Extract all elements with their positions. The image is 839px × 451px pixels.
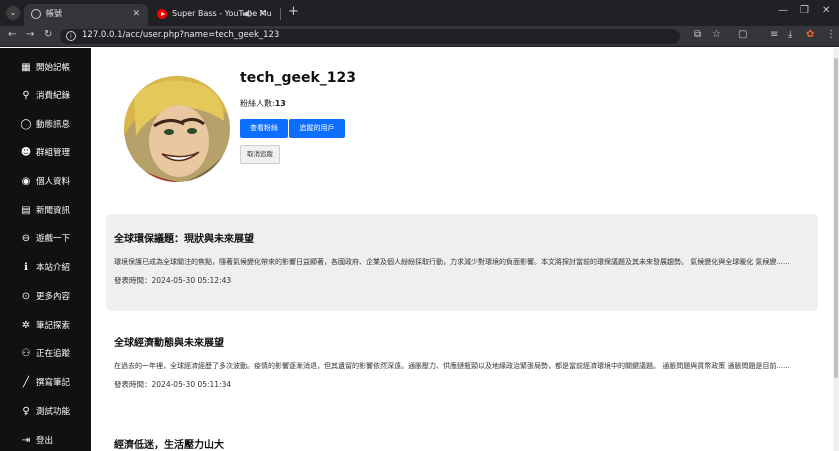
- pen-icon: ╱: [22, 377, 30, 388]
- minimize-icon[interactable]: —: [778, 5, 788, 16]
- reload-icon[interactable]: ↻: [44, 29, 52, 40]
- browser-tab-bar: ⌄ 帳號 ✕ Super Bass - YouTube Mu ◀) ✕ + — …: [0, 0, 839, 26]
- post-card[interactable]: 經濟低迷，生活壓力山大: [106, 420, 818, 451]
- follower-count-label: 粉絲人數:: [240, 99, 275, 108]
- speaker-icon[interactable]: ◀): [243, 4, 252, 24]
- browser-toolbar: ← → ↻ i 127.0.0.1/acc/user.php?name=tech…: [0, 26, 839, 47]
- tab-list-icon[interactable]: ≡: [770, 29, 778, 40]
- bookmark-star-icon[interactable]: ☆: [712, 29, 721, 40]
- post-card[interactable]: 全球環保議題：現狀與未來展望 環境保護已成為全球關注的焦點，隨著氣候變化帶來的影…: [106, 214, 818, 311]
- browser-menu-icon[interactable]: ⋮: [826, 29, 836, 40]
- sidebar-item-news[interactable]: ▤ 新聞資訊: [0, 201, 91, 221]
- post-title[interactable]: 全球環保議題：現狀與未來展望: [114, 230, 810, 245]
- download-icon[interactable]: ⤓: [788, 29, 792, 40]
- sidebar-item-label: 群組管理: [36, 148, 71, 158]
- sidebar-item-label: 測試功能: [36, 407, 71, 417]
- tab-search-icon[interactable]: ⌄: [6, 6, 20, 20]
- sidebar-item-start-accounting[interactable]: ▦ 開始記帳: [0, 58, 91, 78]
- sidebar-item-label: 更多內容: [36, 292, 71, 302]
- profile-username: tech_geek_123: [240, 70, 356, 86]
- sidebar-item-label: 消費紀錄: [36, 91, 71, 101]
- page-scrollbar[interactable]: [833, 48, 839, 451]
- sidebar-item-test-features[interactable]: ♀ 測試功能: [0, 402, 91, 422]
- post-title[interactable]: 經濟低迷，生活壓力山大: [114, 436, 810, 451]
- calculator-icon: ▦: [21, 62, 31, 73]
- tab-title: Super Bass - YouTube Mu: [172, 9, 272, 18]
- sidebar-item-label: 撰寫筆記: [36, 378, 71, 388]
- sidebar-item-more[interactable]: ⊙ 更多內容: [0, 287, 91, 307]
- extension-icon[interactable]: ✿: [806, 29, 814, 40]
- address-bar[interactable]: i 127.0.0.1/acc/user.php?name=tech_geek_…: [60, 29, 680, 44]
- user-circle-icon: ◉: [21, 176, 31, 187]
- sidebar-item-label: 新聞資訊: [36, 206, 71, 216]
- sidebar: ▦ 開始記帳 ⚲ 消費紀錄 ◯ 動態訊息 ☻ 群組管理 ◉ 個人資料 ▤ 新聞資…: [0, 48, 91, 451]
- following-icon: ⚇: [21, 348, 31, 359]
- sidebar-item-group-management[interactable]: ☻ 群組管理: [0, 143, 91, 163]
- sidebar-item-label: 遊戲一下: [36, 234, 71, 244]
- sidebar-item-label: 筆記探索: [36, 321, 71, 331]
- more-icon: ⊙: [21, 291, 31, 302]
- logout-icon: ⇥: [21, 435, 31, 446]
- sidebar-item-label: 開始記帳: [36, 63, 71, 73]
- sidebar-item-explore-notes[interactable]: ✲ 筆記探索: [0, 316, 91, 336]
- sidebar-item-label: 登出: [36, 436, 54, 446]
- follower-count-value: 13: [274, 99, 286, 108]
- url-text: 127.0.0.1/acc/user.php?name=tech_geek_12…: [82, 30, 280, 40]
- forward-icon[interactable]: →: [26, 29, 34, 40]
- view-followers-button[interactable]: 查看粉絲: [240, 119, 288, 138]
- main-content: tech_geek_123 粉絲人數:13 查看粉絲 追蹤的用戶 取消追蹤 全球…: [91, 48, 833, 451]
- search-icon: ⚲: [22, 90, 30, 101]
- close-tab-icon[interactable]: ✕: [258, 4, 266, 24]
- site-info-icon[interactable]: i: [66, 31, 76, 41]
- group-icon: ☻: [20, 147, 32, 158]
- sidebar-item-games[interactable]: ⊖ 遊戲一下: [0, 229, 91, 249]
- sidebar-item-label: 正在追蹤: [36, 349, 71, 359]
- sidebar-item-profile[interactable]: ◉ 個人資料: [0, 172, 91, 192]
- reader-icon[interactable]: ▢: [738, 29, 747, 40]
- globe-icon: [31, 9, 41, 19]
- avatar-illustration: [124, 76, 230, 182]
- post-excerpt: 在過去的一年裡，全球經濟經歷了多次波動。疫情的影響逐漸消退，但其遺留的影響依然深…: [114, 362, 790, 370]
- sidebar-item-following[interactable]: ⚇ 正在追蹤: [0, 344, 91, 364]
- follower-count: 粉絲人數:13: [240, 98, 286, 109]
- sidebar-item-label: 動態訊息: [36, 120, 71, 130]
- post-excerpt: 環境保護已成為全球關注的焦點，隨著氣候變化帶來的影響日益顯著，各國政府、企業及個…: [114, 258, 790, 266]
- lightbulb-icon: ♀: [22, 406, 30, 417]
- restore-icon[interactable]: ❐: [800, 5, 809, 16]
- sidebar-item-spending-records[interactable]: ⚲ 消費紀錄: [0, 86, 91, 106]
- chat-bubble-icon: ◯: [20, 119, 32, 130]
- post-timestamp: 發表時間：2024-05-30 05:11:34: [114, 380, 232, 389]
- sidebar-item-news-feed[interactable]: ◯ 動態訊息: [0, 115, 91, 135]
- post-timestamp: 發表時間：2024-05-30 05:12:43: [114, 276, 232, 285]
- sidebar-item-logout[interactable]: ⇥ 登出: [0, 431, 91, 451]
- unfollow-button[interactable]: 取消追蹤: [240, 145, 280, 164]
- post-card[interactable]: 全球經濟動態與未來展望 在過去的一年裡，全球經濟經歷了多次波動。疫情的影響逐漸消…: [106, 318, 818, 408]
- close-window-icon[interactable]: ✕: [822, 5, 830, 16]
- back-icon[interactable]: ←: [8, 29, 16, 40]
- tab-youtube[interactable]: Super Bass - YouTube Mu ◀) ✕: [150, 4, 274, 26]
- gamepad-icon: ⊖: [21, 233, 31, 244]
- scrollbar-thumb[interactable]: [834, 58, 838, 378]
- sidebar-item-label: 個人資料: [36, 177, 71, 187]
- sidebar-item-label: 本站介紹: [36, 263, 71, 273]
- tab-account[interactable]: 帳號 ✕: [24, 4, 148, 26]
- tab-title: 帳號: [46, 9, 62, 18]
- info-icon: ℹ: [24, 262, 28, 273]
- explore-icon: ✲: [21, 320, 31, 331]
- following-users-button[interactable]: 追蹤的用戶: [289, 119, 345, 138]
- sidebar-item-about[interactable]: ℹ 本站介紹: [0, 258, 91, 278]
- close-tab-icon[interactable]: ✕: [132, 4, 140, 24]
- new-tab-icon[interactable]: +: [288, 4, 299, 19]
- tab-divider: [280, 8, 281, 20]
- youtube-icon: [157, 9, 167, 19]
- avatar: [124, 76, 230, 182]
- post-title[interactable]: 全球經濟動態與未來展望: [114, 334, 810, 349]
- newspaper-icon: ▤: [21, 205, 31, 216]
- sidebar-item-write-note[interactable]: ╱ 撰寫筆記: [0, 373, 91, 393]
- translate-icon[interactable]: ⧉: [694, 29, 701, 40]
